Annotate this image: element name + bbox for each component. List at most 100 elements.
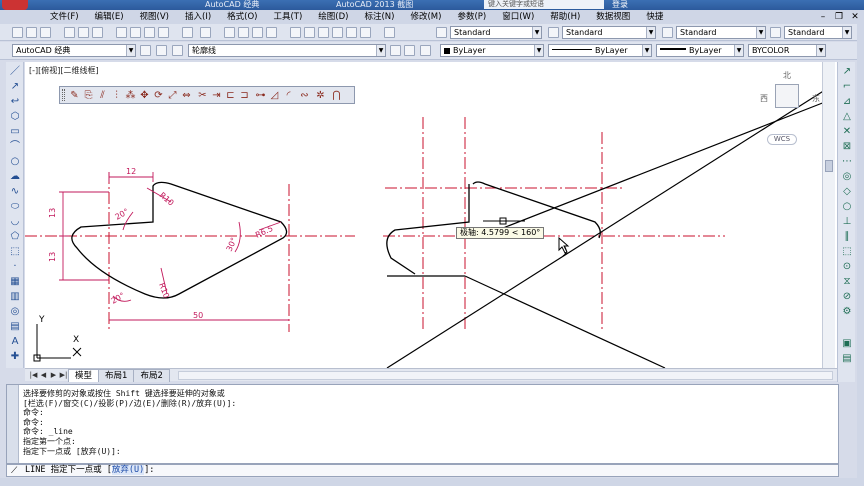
toolbar-grip-handle[interactable] bbox=[62, 89, 65, 101]
viewcube-top-face[interactable] bbox=[775, 84, 799, 108]
menu-insert[interactable]: 插入(I) bbox=[177, 10, 219, 24]
zoom-window-icon[interactable] bbox=[252, 27, 263, 38]
command-line-input[interactable]: ⟋ LINE 指定下一点或 [放弃(U)]: bbox=[6, 464, 839, 477]
close-icon[interactable]: ✕ bbox=[850, 12, 860, 22]
make-block-icon[interactable]: ⬚ bbox=[9, 246, 21, 257]
sign-in-link[interactable]: 登录 bbox=[612, 0, 628, 9]
layer-previous-icon[interactable] bbox=[404, 45, 415, 56]
tab-model[interactable]: 模型 bbox=[68, 368, 100, 382]
help-icon[interactable] bbox=[384, 27, 395, 38]
menu-edit[interactable]: 编辑(E) bbox=[87, 10, 132, 24]
tab-layout2[interactable]: 布局2 bbox=[133, 368, 170, 382]
paste-icon[interactable] bbox=[144, 27, 155, 38]
menu-data-view[interactable]: 数据视图 bbox=[588, 10, 638, 24]
color-select[interactable]: ByLayer ▼ bbox=[440, 44, 544, 57]
table-icon[interactable]: ▤ bbox=[9, 321, 21, 332]
array-icon[interactable]: ⁂ bbox=[124, 89, 137, 102]
explode-icon[interactable]: ✲ bbox=[314, 89, 327, 102]
pan-icon[interactable] bbox=[224, 27, 235, 38]
sheet-set-icon[interactable] bbox=[332, 27, 343, 38]
fillet-icon[interactable]: ◜ bbox=[282, 89, 295, 102]
blend-curves-icon[interactable]: ∾ bbox=[298, 89, 311, 102]
trim-icon[interactable]: ✂ bbox=[196, 89, 209, 102]
tool-palettes-icon[interactable] bbox=[318, 27, 329, 38]
workspace-settings-icon[interactable] bbox=[140, 45, 151, 56]
add-selected-icon[interactable]: ✚ bbox=[9, 351, 21, 362]
text-style-select[interactable]: Standard ▼ bbox=[450, 26, 542, 39]
snap-from-icon[interactable]: ⌐ bbox=[841, 81, 853, 92]
spline-icon[interactable]: ∿ bbox=[9, 186, 21, 197]
lineweight-select[interactable]: ByLayer ▼ bbox=[656, 44, 744, 57]
viewport-toolbar-icon[interactable]: ▤ bbox=[841, 353, 853, 364]
plot-preview-icon[interactable] bbox=[78, 27, 89, 38]
horizontal-scrollbar[interactable] bbox=[177, 370, 833, 380]
save-icon[interactable] bbox=[40, 27, 51, 38]
menu-window[interactable]: 窗口(W) bbox=[494, 10, 542, 24]
zoom-previous-icon[interactable] bbox=[266, 27, 277, 38]
linetype-select[interactable]: ByLayer ▼ bbox=[548, 44, 652, 57]
join-icon[interactable]: ⊶ bbox=[254, 89, 267, 102]
plot-icon[interactable] bbox=[64, 27, 75, 38]
snap-extension-icon[interactable]: ⋯ bbox=[841, 156, 853, 167]
tab-next-icon[interactable]: ▶ bbox=[49, 371, 58, 380]
snap-quadrant-icon[interactable]: ◇ bbox=[841, 186, 853, 197]
snap-intersection-icon[interactable]: ✕ bbox=[841, 126, 853, 137]
table-style-select[interactable]: Standard ▼ bbox=[676, 26, 766, 39]
region-icon[interactable]: ◎ bbox=[9, 306, 21, 317]
cut-icon[interactable] bbox=[116, 27, 127, 38]
break-at-point-icon[interactable]: ⊏ bbox=[224, 89, 237, 102]
wcs-menu[interactable]: WCS bbox=[767, 134, 797, 145]
stretch-icon[interactable]: ⇔ bbox=[180, 89, 193, 102]
snap-none-icon[interactable]: ⊘ bbox=[841, 291, 853, 302]
menu-draw[interactable]: 绘图(D) bbox=[310, 10, 356, 24]
redo-icon[interactable] bbox=[200, 27, 211, 38]
revision-cloud-icon[interactable]: ☁ bbox=[9, 171, 21, 182]
text-style-icon[interactable] bbox=[436, 27, 447, 38]
plotstyle-select[interactable]: BYCOLOR ▼ bbox=[748, 44, 826, 57]
snap-node-icon[interactable]: ⊙ bbox=[841, 261, 853, 272]
layer-select[interactable]: 轮廓线 ▼ bbox=[188, 44, 386, 57]
markup-icon[interactable] bbox=[346, 27, 357, 38]
menu-file[interactable]: 文件(F) bbox=[42, 10, 87, 24]
make-current-layer-icon[interactable] bbox=[390, 45, 401, 56]
polyline-icon[interactable]: ↩ bbox=[9, 96, 21, 107]
properties-icon[interactable] bbox=[290, 27, 301, 38]
dim-style-select[interactable]: Standard ▼ bbox=[562, 26, 656, 39]
ellipse-icon[interactable]: ⬭ bbox=[9, 201, 21, 212]
menu-tools[interactable]: 工具(T) bbox=[265, 10, 310, 24]
tab-last-icon[interactable]: ▶| bbox=[59, 371, 68, 380]
minimize-icon[interactable]: – bbox=[818, 12, 828, 22]
extend-icon[interactable]: ⇥ bbox=[210, 89, 223, 102]
snap-parallel-icon[interactable]: ∥ bbox=[841, 231, 853, 242]
vertical-scroll-thumb[interactable] bbox=[825, 160, 833, 172]
line-icon[interactable]: ／ bbox=[9, 66, 21, 77]
mirror-icon[interactable]: ⫽ bbox=[96, 89, 109, 102]
menu-dimension[interactable]: 标注(N) bbox=[356, 10, 402, 24]
tab-first-icon[interactable]: |◀ bbox=[29, 371, 38, 380]
command-option-undo[interactable]: 放弃(U) bbox=[111, 465, 145, 475]
menu-parameter[interactable]: 参数(P) bbox=[449, 10, 494, 24]
tab-layout1[interactable]: 布局1 bbox=[98, 368, 135, 382]
snap-tangent-icon[interactable]: ○ bbox=[841, 201, 853, 212]
command-history-window[interactable]: 选择要修剪的对象或按住 Shift 键选择要延伸的对象或 [栏选(F)/窗交(C… bbox=[6, 384, 839, 464]
restore-icon[interactable]: ❐ bbox=[834, 12, 844, 22]
design-center-icon[interactable] bbox=[304, 27, 315, 38]
zoom-realtime-icon[interactable] bbox=[238, 27, 249, 38]
snap-center-icon[interactable]: ◎ bbox=[841, 171, 853, 182]
dim-style-icon[interactable] bbox=[548, 27, 559, 38]
match-properties-icon[interactable] bbox=[158, 27, 169, 38]
viewport-controls-label[interactable]: [-][俯视][二维线框] bbox=[29, 65, 99, 76]
command-window-grip[interactable] bbox=[7, 385, 19, 463]
construction-line-icon[interactable]: ↗ bbox=[9, 81, 21, 92]
layout-toolbar-icon[interactable]: ▣ bbox=[841, 338, 853, 349]
offset-icon[interactable]: ⫶ bbox=[110, 89, 123, 102]
erase-icon[interactable]: ✎ bbox=[68, 89, 81, 102]
ellipse-arc-icon[interactable]: ◡ bbox=[9, 216, 21, 227]
snap-perpendicular-icon[interactable]: ⊥ bbox=[841, 216, 853, 227]
snap-insert-icon[interactable]: ⬚ bbox=[841, 246, 853, 257]
menu-view[interactable]: 视图(V) bbox=[132, 10, 177, 24]
vertical-scrollbar[interactable] bbox=[822, 62, 835, 368]
open-icon[interactable] bbox=[26, 27, 37, 38]
undo-icon[interactable] bbox=[182, 27, 193, 38]
menu-modify[interactable]: 修改(M) bbox=[402, 10, 449, 24]
